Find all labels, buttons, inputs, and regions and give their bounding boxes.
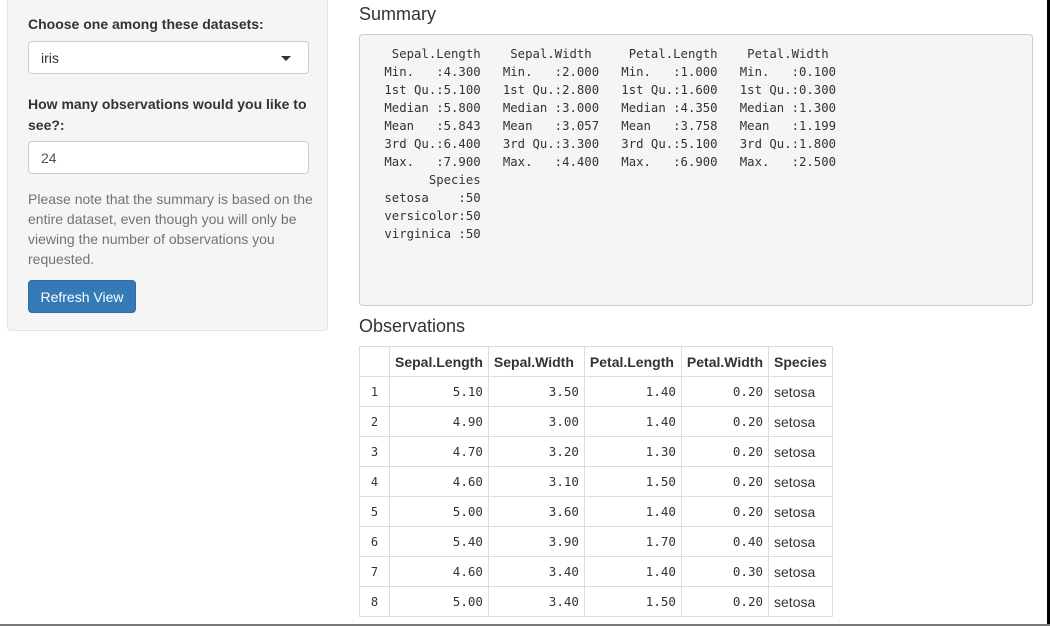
table-cell: 1.40 bbox=[583, 406, 682, 437]
dataset-label: Choose one among these datasets: bbox=[28, 16, 264, 32]
table-cell: 1.40 bbox=[583, 556, 682, 587]
row-number-cell: 1 bbox=[359, 376, 390, 407]
table-cell: 1.40 bbox=[583, 376, 682, 407]
table-cell: 0.20 bbox=[680, 586, 770, 617]
table-cell: 4.60 bbox=[389, 556, 489, 587]
column-header: Sepal.Width bbox=[487, 346, 585, 377]
row-number-cell: 8 bbox=[359, 586, 390, 617]
table-cell: 3.40 bbox=[487, 556, 585, 587]
table-row: 5 5.00 3.60 1.40 0.20 setosa bbox=[359, 496, 833, 527]
table-cell: 0.20 bbox=[680, 496, 770, 527]
table-cell: 3.90 bbox=[487, 526, 585, 557]
table-cell: 5.00 bbox=[389, 496, 489, 527]
summary-note: Please note that the summary is based on… bbox=[28, 191, 313, 267]
table-row: 8 5.00 3.40 1.50 0.20 setosa bbox=[359, 586, 833, 617]
row-number-cell: 7 bbox=[359, 556, 390, 587]
row-number-cell: 3 bbox=[359, 436, 390, 467]
table-cell: 1.50 bbox=[583, 466, 682, 497]
column-header: Petal.Width bbox=[680, 346, 770, 377]
sidebar-panel: Choose one among these datasets: iris Ho… bbox=[7, 0, 328, 331]
dataset-select-value: iris bbox=[41, 50, 59, 66]
dataset-select[interactable]: iris bbox=[28, 41, 309, 74]
row-number-cell: 4 bbox=[359, 466, 390, 497]
table-cell: setosa bbox=[768, 496, 833, 527]
table-cell: setosa bbox=[768, 436, 833, 467]
table-row: 2 4.90 3.00 1.40 0.20 setosa bbox=[359, 406, 833, 437]
summary-output: Sepal.Length Sepal.Width Petal.Length Pe… bbox=[359, 34, 1033, 306]
refresh-view-button[interactable]: Refresh View bbox=[28, 280, 136, 313]
table-cell: 0.40 bbox=[680, 526, 770, 557]
table-cell: 0.20 bbox=[680, 466, 770, 497]
observations-table-body: 1 5.10 3.50 1.40 0.20 setosa 2 4.90 3.00 1.40 0.20… bbox=[359, 376, 833, 617]
table-cell: 3.20 bbox=[487, 436, 585, 467]
summary-heading: Summary bbox=[359, 4, 437, 24]
table-cell: 4.60 bbox=[389, 466, 489, 497]
table-cell: 0.20 bbox=[680, 376, 770, 407]
table-cell: setosa bbox=[768, 526, 833, 557]
table-cell: setosa bbox=[768, 406, 833, 437]
table-cell: setosa bbox=[768, 586, 833, 617]
column-header bbox=[359, 346, 390, 377]
table-cell: setosa bbox=[768, 376, 833, 407]
observations-count-input[interactable] bbox=[28, 141, 309, 174]
table-row: 6 5.40 3.90 1.70 0.40 setosa bbox=[359, 526, 833, 557]
table-cell: 3.00 bbox=[487, 406, 585, 437]
table-cell: setosa bbox=[768, 466, 833, 497]
table-cell: 1.70 bbox=[583, 526, 682, 557]
table-cell: 5.40 bbox=[389, 526, 489, 557]
row-number-cell: 2 bbox=[359, 406, 390, 437]
column-header: Petal.Length bbox=[583, 346, 682, 377]
table-cell: 1.40 bbox=[583, 496, 682, 527]
table-header-row: Sepal.Length Sepal.Width Petal.Length Pe… bbox=[359, 346, 833, 377]
table-row: 1 5.10 3.50 1.40 0.20 setosa bbox=[359, 376, 833, 407]
table-cell: 5.10 bbox=[389, 376, 489, 407]
table-cell: 0.20 bbox=[680, 436, 770, 467]
table-cell: 4.90 bbox=[389, 406, 489, 437]
column-header: Species bbox=[768, 346, 833, 377]
observations-count-label: How many observations would you like to … bbox=[28, 96, 307, 133]
row-number-cell: 5 bbox=[359, 496, 390, 527]
table-cell: 0.20 bbox=[680, 406, 770, 437]
table-cell: 5.00 bbox=[389, 586, 489, 617]
table-cell: 3.60 bbox=[487, 496, 585, 527]
table-cell: 1.30 bbox=[583, 436, 682, 467]
observations-table: Sepal.Length Sepal.Width Petal.Length Pe… bbox=[359, 346, 833, 617]
table-row: 7 4.60 3.40 1.40 0.30 setosa bbox=[359, 556, 833, 587]
table-cell: 0.30 bbox=[680, 556, 770, 587]
table-cell: 1.50 bbox=[583, 586, 682, 617]
table-cell: 4.70 bbox=[389, 436, 489, 467]
table-cell: 3.10 bbox=[487, 466, 585, 497]
observations-heading: Observations bbox=[359, 316, 466, 336]
row-number-cell: 6 bbox=[359, 526, 390, 557]
chevron-down-icon bbox=[281, 56, 291, 61]
table-cell: setosa bbox=[768, 556, 833, 587]
table-cell: 3.40 bbox=[487, 586, 585, 617]
table-row: 3 4.70 3.20 1.30 0.20 setosa bbox=[359, 436, 833, 467]
table-row: 4 4.60 3.10 1.50 0.20 setosa bbox=[359, 466, 833, 497]
table-cell: 3.50 bbox=[487, 376, 585, 407]
column-header: Sepal.Length bbox=[389, 346, 489, 377]
